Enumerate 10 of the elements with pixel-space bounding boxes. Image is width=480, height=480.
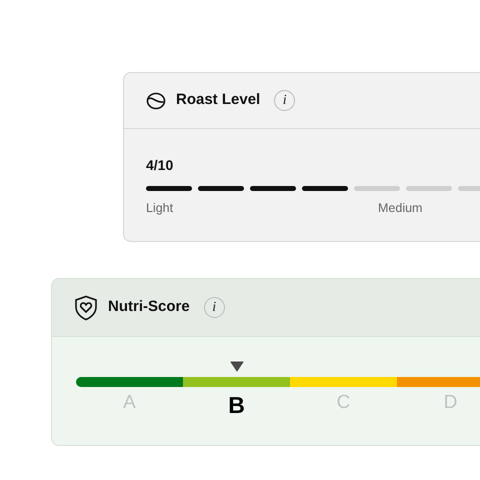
shield-heart-icon [74,294,98,320]
info-button[interactable]: i [274,90,296,111]
grade-letter: B [227,391,246,420]
scale-label: Medium [378,200,422,217]
info-button[interactable]: i [204,297,225,318]
card-title: Roast Level [176,90,260,110]
coffee-bean-icon [146,90,166,110]
scale-label: Light [146,200,174,217]
card-title: Nutri-Score [108,297,190,318]
roast-reading: 4/10 [146,156,174,175]
